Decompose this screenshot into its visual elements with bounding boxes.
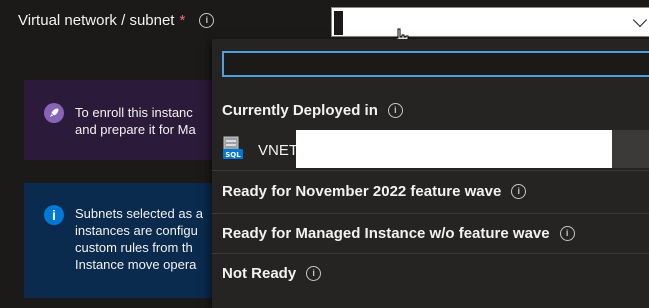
field-label-row: Virtual network / subnet * i: [18, 12, 215, 29]
option-label: VNET: [258, 142, 299, 159]
banner-line: To enroll this instanc: [75, 105, 193, 120]
enroll-banner-text: To enroll this instanc and prepare it fo…: [75, 104, 196, 138]
chevron-down-icon[interactable]: [632, 12, 648, 28]
banner-line: Subnets selected as a: [75, 206, 203, 221]
vnet-dropdown-panel: Currently Deployed in i SQL VNET Ready f…: [212, 39, 649, 308]
group-header-managed-instance: Ready for Managed Instance w/o feature w…: [222, 225, 575, 242]
sql-database-icon: SQL: [223, 136, 243, 159]
rocket-icon: [44, 103, 64, 123]
group-header-label: Currently Deployed in: [222, 102, 378, 119]
option-hover-area: [612, 130, 649, 168]
redacted-selection: [334, 11, 343, 35]
info-icon[interactable]: i: [559, 226, 575, 241]
banner-line: instances are configu: [75, 223, 198, 238]
group-header-label: Ready for November 2022 feature wave: [222, 183, 502, 200]
group-header-label: Ready for Managed Instance w/o feature w…: [222, 225, 550, 242]
vnet-option[interactable]: SQL VNET: [212, 130, 649, 168]
group-header-not-ready: Not Ready i: [222, 265, 322, 282]
banner-line: custom rules from th: [75, 240, 193, 255]
banner-line: and prepare it for Ma: [75, 122, 196, 137]
subnets-banner-text: Subnets selected as a instances are conf…: [75, 205, 203, 273]
group-header-nov-2022: Ready for November 2022 feature wave i: [222, 183, 527, 200]
enroll-banner: To enroll this instanc and prepare it fo…: [24, 80, 224, 160]
sql-icon-text: SQL: [225, 151, 241, 159]
info-icon: i: [44, 205, 64, 225]
info-icon[interactable]: i: [199, 13, 215, 28]
field-label: Virtual network / subnet: [18, 12, 175, 29]
divider: [212, 253, 649, 254]
vnet-subnet-select[interactable]: [331, 7, 649, 37]
dropdown-search-input[interactable]: [222, 51, 649, 77]
divider: [212, 170, 649, 171]
group-header-label: Not Ready: [222, 265, 297, 282]
info-icon[interactable]: i: [387, 103, 403, 118]
banner-line: Instance move opera: [75, 257, 197, 272]
required-asterisk: *: [179, 12, 186, 29]
divider: [212, 213, 649, 214]
group-header-currently-deployed: Currently Deployed in i: [222, 102, 403, 119]
info-icon[interactable]: i: [306, 266, 322, 281]
info-icon[interactable]: i: [511, 184, 527, 199]
subnets-info-banner: i Subnets selected as a instances are co…: [24, 183, 224, 298]
redacted-option-value: [296, 130, 612, 168]
